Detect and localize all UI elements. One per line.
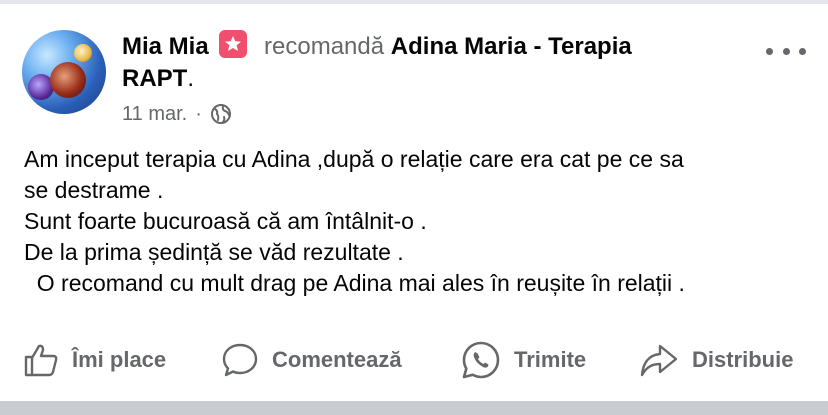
send-label: Trimite: [514, 347, 587, 372]
post-body-line: De la prima ședință se văd rezultate .: [24, 239, 404, 265]
page-name-period: .: [187, 65, 195, 92]
like-icon: [24, 344, 58, 377]
post-body: Am inceput terapia cu Adina ,după o rela…: [24, 144, 814, 299]
post-header: Mia Mia recomandă Adina Maria - Terapia: [122, 30, 742, 64]
comment-label: Comentează: [272, 347, 402, 372]
comment-button[interactable]: Comentează: [220, 336, 402, 384]
like-label: Îmi place: [72, 347, 167, 372]
globe-icon[interactable]: [210, 103, 232, 125]
top-divider: [0, 0, 828, 4]
comment-icon: [222, 343, 258, 377]
post-date[interactable]: 11 mar.: [122, 100, 187, 128]
post-card: Mia Mia recomandă Adina Maria - Terapia …: [0, 0, 828, 401]
share-button[interactable]: Distribuie: [638, 336, 793, 384]
share-icon: [640, 344, 678, 377]
post-meta: 11 mar. ·: [122, 100, 232, 128]
share-label: Distribuie: [692, 347, 794, 372]
post-body-line: Am inceput terapia cu Adina ,după o rela…: [24, 146, 684, 172]
action-bar: Îmi place Comentează Trimite Distribuie: [0, 336, 828, 384]
recommend-verb: recomandă: [264, 33, 385, 60]
like-button[interactable]: Îmi place: [22, 336, 166, 384]
bottom-divider: [0, 401, 828, 415]
avatar[interactable]: [22, 30, 106, 114]
post-body-line: O recomand cu mult drag pe Adina mai ale…: [24, 270, 685, 296]
post-header-continued: RAPT.: [122, 62, 194, 96]
post-body-line: Sunt foarte bucuroasă că am întâlnit-o .: [24, 208, 427, 234]
more-options-icon[interactable]: [764, 38, 808, 64]
post-body-line: se destrame .: [24, 177, 164, 203]
author-name[interactable]: Mia Mia: [122, 33, 209, 60]
page-name[interactable]: Adina Maria - Terapia: [391, 33, 632, 60]
meta-separator: ·: [195, 103, 202, 125]
recommendation-badge-icon: [219, 30, 248, 58]
whatsapp-icon: [462, 341, 500, 379]
send-button[interactable]: Trimite: [460, 336, 586, 384]
page-name-continued[interactable]: RAPT: [122, 65, 187, 92]
